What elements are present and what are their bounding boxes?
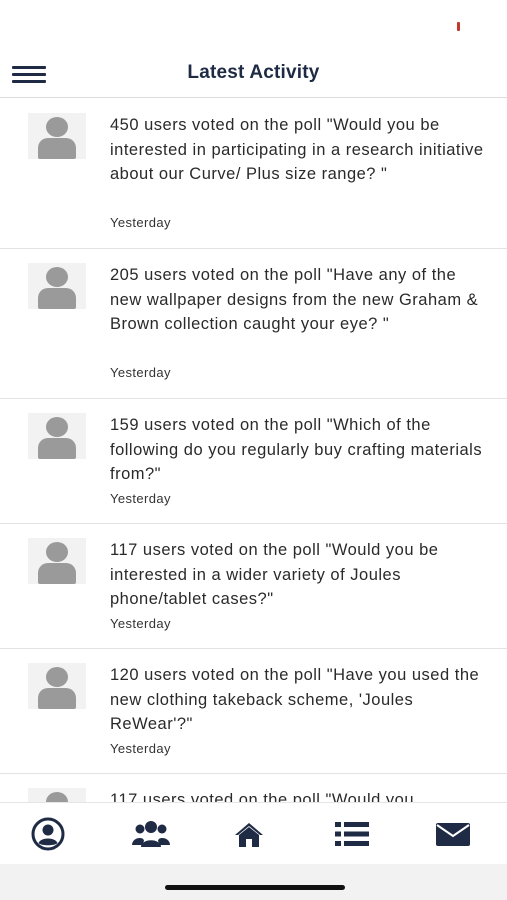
activity-timestamp: Yesterday	[110, 215, 171, 230]
activity-text: 159 users voted on the poll "Which of th…	[110, 416, 483, 483]
home-indicator-area	[0, 864, 507, 900]
activity-item[interactable]: 205 users voted on the poll "Have any of…	[0, 249, 507, 399]
bottom-tab-bar	[0, 802, 507, 864]
profile-icon[interactable]	[28, 817, 68, 851]
status-bar	[0, 0, 507, 50]
recording-indicator	[457, 22, 460, 31]
home-indicator[interactable]	[165, 885, 345, 890]
users-group-icon[interactable]	[131, 817, 171, 851]
avatar-placeholder-icon	[28, 263, 86, 309]
activity-item[interactable]: 450 users voted on the poll "Would you b…	[0, 99, 507, 249]
activity-feed[interactable]: 450 users voted on the poll "Would you b…	[0, 99, 507, 802]
activity-text: 117 users voted on the poll "Would you	[110, 791, 415, 802]
mail-icon[interactable]	[433, 817, 473, 851]
avatar-placeholder-icon	[28, 663, 86, 709]
activity-item[interactable]: 117 users voted on the poll "Would you b…	[0, 524, 507, 649]
avatar-placeholder-icon	[28, 788, 86, 802]
activity-text: 117 users voted on the poll "Would you b…	[110, 541, 439, 608]
activity-timestamp: Yesterday	[110, 741, 171, 756]
activity-item[interactable]: 159 users voted on the poll "Which of th…	[0, 399, 507, 524]
avatar-placeholder-icon	[28, 413, 86, 459]
activity-timestamp: Yesterday	[110, 616, 171, 631]
activity-timestamp: Yesterday	[110, 365, 171, 380]
activity-text: 120 users voted on the poll "Have you us…	[110, 666, 480, 733]
activity-item[interactable]: 120 users voted on the poll "Have you us…	[0, 649, 507, 774]
activity-text: 450 users voted on the poll "Would you b…	[110, 116, 484, 183]
activity-item[interactable]: 117 users voted on the poll "Would you	[0, 774, 507, 802]
page-title: Latest Activity	[187, 62, 320, 83]
avatar-placeholder-icon	[28, 538, 86, 584]
home-icon[interactable]	[229, 817, 269, 851]
header: Latest Activity	[0, 50, 507, 98]
activity-text: 205 users voted on the poll "Have any of…	[110, 266, 479, 333]
list-icon[interactable]	[332, 817, 372, 851]
avatar-placeholder-icon	[28, 113, 86, 159]
activity-timestamp: Yesterday	[110, 491, 171, 506]
